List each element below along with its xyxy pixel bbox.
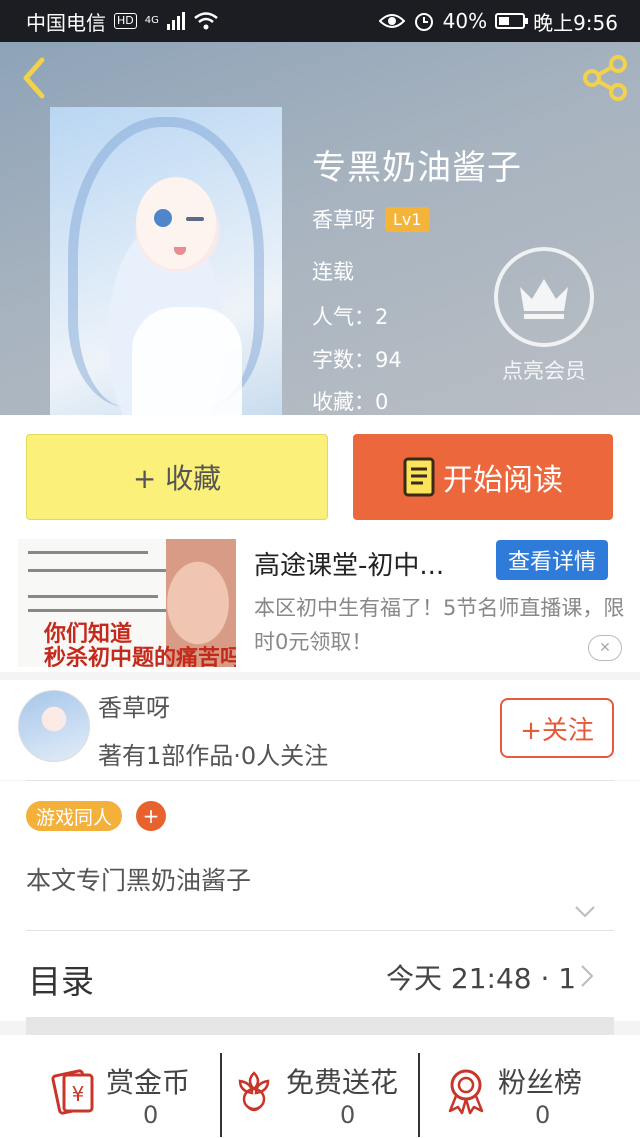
back-button[interactable] (14, 54, 58, 102)
wifi-icon (194, 12, 218, 30)
free-flowers-button[interactable]: 免费送花 0 (222, 1053, 418, 1133)
tags-and-description: 游戏同人 + 本文专门黑奶油酱子 (0, 781, 640, 931)
book-icon (403, 457, 435, 497)
carrier-label: 中国电信 (26, 10, 106, 35)
ad-close-button[interactable]: ✕ (588, 635, 622, 661)
book-author-line: 香草呀 Lv1 (312, 204, 430, 234)
fan-ranking-label: 粉丝榜 (498, 1066, 583, 1099)
author-section[interactable]: 香草呀 著有1部作品·0人关注 +关注 (0, 680, 640, 780)
reward-coins-button[interactable]: ¥ 赏金币 0 (0, 1053, 220, 1133)
book-popularity: 人气：2 (312, 305, 389, 329)
add-tag-button[interactable]: + (136, 801, 166, 831)
author-info: 著有1部作品·0人关注 (98, 742, 329, 770)
medal-icon (448, 1069, 484, 1115)
follow-button[interactable]: +关注 (500, 698, 614, 758)
ad-description: 本区初中生有福了！5节名师直播课，限时0元领取！ (254, 596, 625, 654)
chevron-down-icon[interactable] (574, 905, 596, 919)
ad-title: 高途课堂-初中... (254, 551, 445, 581)
alarm-icon (414, 13, 433, 31)
crown-icon (520, 279, 568, 319)
vip-label: 点亮会员 (502, 359, 586, 383)
ad-detail-button[interactable]: 查看详情 (496, 540, 608, 580)
close-icon: ✕ (599, 640, 611, 656)
book-header: 专黑奶油酱子 香草呀 Lv1 连载 人气：2 字数：94 收藏：0 点亮会员 (0, 42, 640, 415)
level-badge: Lv1 (385, 206, 430, 232)
eye-icon (378, 14, 405, 28)
avatar[interactable] (18, 690, 90, 762)
catalog-update: 今天 21:48 · 1 (386, 962, 577, 995)
action-bar: + 收藏 开始阅读 (0, 415, 640, 535)
ad-image[interactable]: 你们知道 秒杀初中题的痛苦吗 (18, 539, 236, 667)
author-name: 香草呀 (98, 694, 170, 722)
start-reading-button[interactable]: 开始阅读 (353, 434, 613, 520)
reward-coins-value: 0 (143, 1101, 159, 1129)
signal-icon (166, 12, 185, 30)
book-favorites: 收藏：0 (312, 390, 389, 414)
hd-icon: HD (114, 13, 137, 29)
free-flowers-value: 0 (340, 1101, 356, 1129)
catalog-title: 目录 (28, 962, 94, 1001)
ad-banner[interactable]: 你们知道 秒杀初中题的痛苦吗 高途课堂-初中... 查看详情 本区初中生有福了！… (0, 535, 640, 672)
svg-text:¥: ¥ (72, 1082, 85, 1106)
network-label: 4G (144, 15, 159, 26)
book-word-count: 字数：94 (312, 348, 402, 372)
section-separator (26, 1017, 614, 1035)
book-description: 本文专门黑奶油酱子 (26, 866, 252, 895)
vip-crown-badge (494, 247, 594, 347)
fan-ranking-value: 0 (535, 1101, 551, 1129)
share-button[interactable] (580, 54, 630, 102)
book-author[interactable]: 香草呀 (312, 204, 375, 234)
back-arrow-icon (23, 57, 45, 99)
start-reading-label: 开始阅读 (443, 463, 563, 498)
catalog-row[interactable]: 目录 今天 21:48 · 1 (0, 931, 640, 1021)
share-icon (583, 55, 627, 101)
status-bar: 中国电信 HD 4G 40% 晚上9:56 (0, 0, 640, 42)
coin-reward-icon: ¥ (51, 1069, 94, 1115)
book-cover[interactable] (50, 107, 282, 415)
flower-icon (238, 1071, 270, 1112)
collect-button[interactable]: + 收藏 (26, 434, 328, 520)
free-flowers-label: 免费送花 (286, 1066, 399, 1099)
stats-bar: ¥ 赏金币 0 免费送花 0 粉丝榜 0 (0, 1035, 640, 1138)
book-title: 专黑奶油酱子 (312, 148, 522, 188)
book-status: 连载 (312, 260, 354, 284)
tag-game-fanfic[interactable]: 游戏同人 (26, 801, 123, 831)
battery-percent: 40% (442, 9, 488, 33)
battery-icon (495, 13, 529, 29)
chevron-right-icon (581, 965, 594, 987)
fan-ranking-button[interactable]: 粉丝榜 0 (420, 1053, 640, 1133)
vip-button[interactable]: 点亮会员 (494, 247, 594, 385)
reward-coins-label: 赏金币 (106, 1066, 191, 1099)
clock: 晚上9:56 (533, 10, 618, 35)
ad-image-caption: 你们知道 秒杀初中题的痛苦吗 (44, 622, 236, 668)
